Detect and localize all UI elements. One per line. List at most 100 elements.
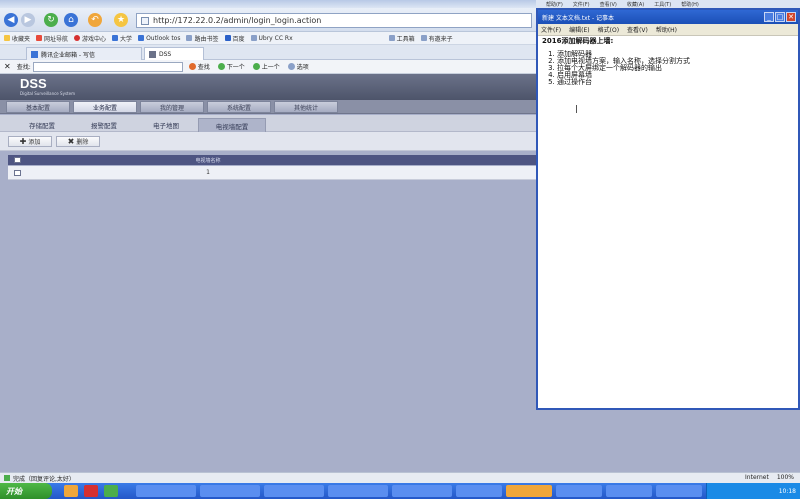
start-button[interactable]: 开始 bbox=[0, 483, 52, 499]
browser-navbar: ◀ ▶ ↻ ⌂ ↶ ★ http://172.22.0.2/admin/logi… bbox=[0, 8, 536, 32]
sub-nav: 存储配置 报警配置 电子地图 电视墙配置 bbox=[0, 115, 536, 132]
page-icon bbox=[141, 16, 149, 25]
taskbar-app-icon[interactable] bbox=[64, 485, 78, 497]
taskbar-window[interactable] bbox=[556, 485, 602, 497]
menu-item[interactable]: 查看(V) bbox=[600, 1, 617, 8]
menu-item[interactable]: 收藏(A) bbox=[627, 1, 644, 8]
subtab-tvwall[interactable]: 电视墙配置 bbox=[198, 118, 266, 132]
notepad-titlebar[interactable]: 新建 文本文档.txt - 记事本 _ □ ✕ bbox=[538, 10, 798, 24]
star-icon[interactable]: ★ bbox=[114, 13, 128, 27]
find-button[interactable]: 查找 bbox=[188, 62, 210, 71]
taskbar: 开始 10:18 bbox=[0, 483, 800, 499]
favorite-item[interactable]: 路由书签 bbox=[186, 34, 219, 43]
address-bar[interactable]: http://172.22.0.2/admin/login_login.acti… bbox=[136, 13, 532, 28]
favorite-item[interactable]: 有邀来子 bbox=[420, 34, 453, 43]
taskbar-window[interactable] bbox=[200, 485, 260, 497]
row-checkbox[interactable] bbox=[14, 170, 21, 176]
tab-business-config[interactable]: 业务配置 bbox=[73, 101, 137, 113]
favorite-item[interactable]: 收藏夹 bbox=[4, 34, 30, 43]
favorites-bar: 收藏夹 网址导航 游戏中心 大学 Outlook tos 路由书签 百度 Ubr… bbox=[0, 32, 536, 45]
select-all-checkbox[interactable] bbox=[14, 157, 21, 163]
home-icon[interactable]: ⌂ bbox=[64, 13, 78, 27]
taskbar-window[interactable] bbox=[606, 485, 652, 497]
delete-button[interactable]: ✖ 删除 bbox=[56, 136, 100, 147]
taskbar-window[interactable] bbox=[656, 485, 702, 497]
maximize-icon[interactable]: □ bbox=[775, 12, 785, 22]
notepad-window: 新建 文本文档.txt - 记事本 _ □ ✕ 文件(F) 编辑(E) 格式(O… bbox=[536, 8, 800, 410]
find-prev-button[interactable]: 上一个 bbox=[252, 62, 280, 71]
address-url: http://172.22.0.2/admin/login_login.acti… bbox=[153, 16, 322, 25]
menu-item[interactable]: 帮助(F) bbox=[546, 1, 563, 8]
taskbar-window-active[interactable] bbox=[506, 485, 552, 497]
taskbar-window[interactable] bbox=[136, 485, 196, 497]
menu-view[interactable]: 查看(V) bbox=[627, 25, 648, 34]
browser-tab-active[interactable]: DSS bbox=[144, 47, 204, 60]
favorite-item[interactable]: 网址导航 bbox=[36, 34, 68, 43]
taskbar-window[interactable] bbox=[328, 485, 388, 497]
menu-item[interactable]: 帮助(H) bbox=[681, 1, 699, 8]
close-icon[interactable]: ✕ bbox=[4, 62, 11, 71]
step-item: 启用屏幕墙 bbox=[557, 72, 792, 79]
taskbar-app-icon[interactable] bbox=[104, 485, 118, 497]
favorite-item[interactable]: Outlook tos bbox=[138, 35, 180, 42]
subtab-storage[interactable]: 存储配置 bbox=[14, 118, 70, 132]
subtab-emap[interactable]: 电子地图 bbox=[138, 118, 194, 132]
favorite-item[interactable]: 百度 bbox=[224, 34, 245, 43]
game-icon bbox=[74, 35, 81, 41]
tab-system-config[interactable]: 系统配置 bbox=[207, 101, 271, 113]
tab-statistics[interactable]: 其他统计 bbox=[274, 101, 338, 113]
close-icon[interactable]: ✕ bbox=[786, 12, 796, 22]
main-nav: 基本配置 业务配置 我的管理 系统配置 其他统计 bbox=[0, 100, 536, 114]
text-cursor bbox=[576, 105, 577, 113]
favorite-item[interactable]: 游戏中心 bbox=[74, 34, 106, 43]
subtab-alarm[interactable]: 报警配置 bbox=[76, 118, 132, 132]
undo-icon[interactable]: ↶ bbox=[88, 13, 102, 27]
link-icon bbox=[36, 35, 43, 41]
column-header-name[interactable]: 电视墙名称 bbox=[168, 157, 248, 164]
taskbar-window[interactable] bbox=[456, 485, 502, 497]
baidu-icon bbox=[224, 35, 231, 41]
add-button[interactable]: ✚ 添加 bbox=[8, 136, 52, 147]
clock[interactable]: 10:18 bbox=[779, 488, 796, 495]
browser-menu-bar: 帮助(F) 文件(F) 查看(V) 收藏(A) 工具(T) 帮助(H) bbox=[536, 0, 800, 8]
notepad-heading: 2016添加解码器上墙: bbox=[542, 37, 614, 45]
app-logo: DSS bbox=[20, 76, 47, 91]
link-icon bbox=[112, 35, 119, 41]
status-bar: 完成（回复评论,太好） Internet 100% bbox=[0, 472, 800, 483]
menu-edit[interactable]: 编辑(E) bbox=[569, 25, 589, 34]
find-bar: ✕ 查找: 查找 下一个 上一个 选项 bbox=[0, 60, 536, 74]
menu-item[interactable]: 文件(F) bbox=[573, 1, 590, 8]
find-next-button[interactable]: 下一个 bbox=[217, 62, 245, 71]
find-options-button[interactable]: 选项 bbox=[287, 62, 309, 71]
delete-icon: ✖ bbox=[67, 137, 75, 146]
tab-basic-config[interactable]: 基本配置 bbox=[6, 101, 70, 113]
back-icon[interactable]: ◀ bbox=[4, 13, 18, 27]
star-icon bbox=[4, 35, 10, 41]
favorite-item[interactable]: Ubry CC Rx bbox=[250, 35, 293, 42]
step-item: 拉每个大屏绑定一个解码器的输出 bbox=[557, 65, 792, 72]
taskbar-window[interactable] bbox=[264, 485, 324, 497]
browser-tab[interactable]: 腾讯企业邮箱 - 写信 bbox=[26, 47, 142, 60]
taskbar-window[interactable] bbox=[392, 485, 452, 497]
forward-icon[interactable]: ▶ bbox=[21, 13, 35, 27]
find-input[interactable] bbox=[32, 61, 183, 72]
notepad-text-area[interactable]: 2016添加解码器上墙: 添加解码器 添加电视墙方案，输入名称，选择分割方式 拉… bbox=[542, 38, 792, 86]
refresh-icon[interactable]: ↻ bbox=[44, 13, 58, 27]
taskbar-app-icon[interactable] bbox=[84, 485, 98, 497]
menu-format[interactable]: 格式(O) bbox=[598, 25, 619, 34]
favorite-item[interactable]: 工具箱 bbox=[388, 34, 415, 43]
table-row[interactable]: 1 bbox=[8, 166, 536, 180]
zoom-level[interactable]: 100% bbox=[777, 474, 794, 481]
menu-file[interactable]: 文件(F) bbox=[541, 25, 561, 34]
minimize-icon[interactable]: _ bbox=[764, 12, 774, 22]
tools-icon bbox=[388, 35, 395, 41]
tab-my-management[interactable]: 我的管理 bbox=[140, 101, 204, 113]
favorite-item[interactable]: 大学 bbox=[112, 34, 132, 43]
notepad-menu: 文件(F) 编辑(E) 格式(O) 查看(V) 帮助(H) bbox=[538, 24, 798, 36]
grid-toolbar: ✚ 添加 ✖ 删除 bbox=[0, 132, 536, 151]
link-icon bbox=[250, 35, 257, 41]
menu-item[interactable]: 工具(T) bbox=[654, 1, 671, 8]
plus-icon: ✚ bbox=[19, 137, 27, 146]
link-icon bbox=[138, 35, 145, 41]
menu-help[interactable]: 帮助(H) bbox=[656, 25, 677, 34]
